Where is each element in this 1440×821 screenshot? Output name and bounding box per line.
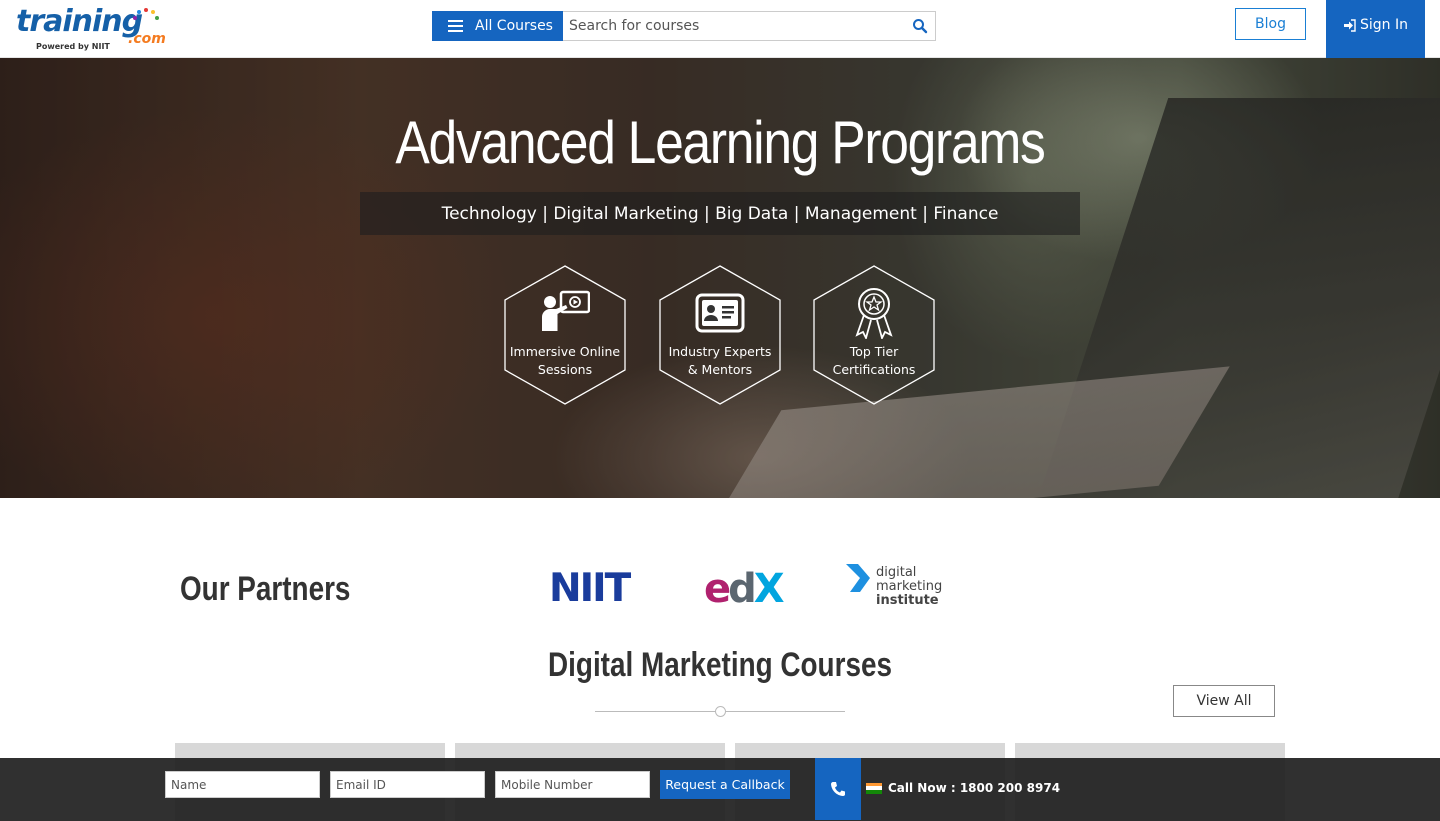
dmi-wordmark: digital marketing institute <box>876 565 943 608</box>
search-icon[interactable] <box>912 18 928 34</box>
presenter-icon <box>542 290 590 331</box>
all-courses-label: All Courses <box>475 18 553 34</box>
feature-industry-experts: Industry Experts & Mentors <box>659 265 781 405</box>
india-flag-icon <box>866 782 882 794</box>
menu-icon <box>448 20 463 32</box>
digital-marketing-institute-logo[interactable]: digital marketing institute <box>846 563 946 613</box>
site-header: training .com Powered by NIIT All Course… <box>0 0 1440 58</box>
niit-logo[interactable]: NIIT <box>549 566 631 611</box>
hero-background-keyboard <box>710 366 1230 498</box>
callback-bar: Request a Callback Call Now : 1800 200 8… <box>0 758 1440 821</box>
view-all-button[interactable]: View All <box>1173 685 1275 717</box>
name-input[interactable] <box>165 771 320 798</box>
email-input[interactable] <box>330 771 485 798</box>
section-divider-dot <box>715 706 726 717</box>
logo-wordmark: training <box>16 4 143 39</box>
feature-label: Top Tier Certifications <box>832 344 916 377</box>
all-courses-button[interactable]: All Courses <box>432 11 563 41</box>
sign-in-icon <box>1344 18 1356 32</box>
edx-logo[interactable]: edX <box>704 566 785 612</box>
logo-tagline: Powered by NIIT <box>36 42 110 51</box>
award-ribbon-icon <box>855 288 893 339</box>
feature-immersive-sessions: Immersive Online Sessions <box>504 265 626 405</box>
call-now: Call Now : 1800 200 8974 <box>866 781 1060 795</box>
id-card-icon <box>695 293 745 333</box>
search-input[interactable] <box>563 11 936 41</box>
feature-label: Industry Experts & Mentors <box>668 344 772 377</box>
partners-title: Our Partners <box>180 570 351 608</box>
section-title: Digital Marketing Courses <box>548 646 892 684</box>
hero-categories: Technology | Digital Marketing | Big Dat… <box>360 192 1080 235</box>
request-callback-button[interactable]: Request a Callback <box>660 770 790 799</box>
blog-button[interactable]: Blog <box>1235 8 1306 40</box>
logo-burst-icon <box>133 8 159 20</box>
feature-certifications: Top Tier Certifications <box>813 265 935 405</box>
sign-in-button[interactable]: Sign In <box>1326 0 1425 58</box>
course-search: All Courses <box>432 11 936 41</box>
hero-title: Advanced Learning Programs <box>395 109 1045 176</box>
hero-banner: Advanced Learning Programs Technology | … <box>0 58 1440 498</box>
mobile-input[interactable] <box>495 771 650 798</box>
training-com-logo[interactable]: training .com Powered by NIIT <box>16 4 166 54</box>
phone-icon <box>831 782 845 796</box>
dmi-chevron-icon <box>846 564 870 592</box>
feature-label: Immersive Online Sessions <box>509 344 621 377</box>
logo-suffix: .com <box>128 31 166 47</box>
call-now-text: Call Now : 1800 200 8974 <box>888 781 1061 795</box>
sign-in-label: Sign In <box>1360 17 1408 33</box>
phone-button[interactable] <box>815 758 861 820</box>
